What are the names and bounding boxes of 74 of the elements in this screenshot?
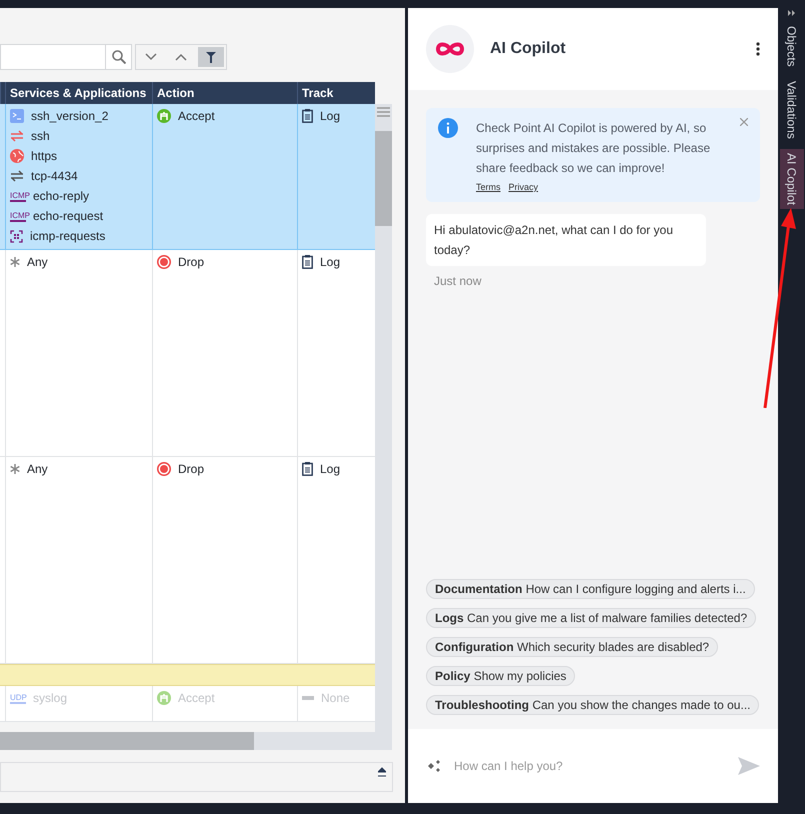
rule-row[interactable]: ssh_version_2 ssh https tcp-4434 ICMP echo-reply ICMP echo-request icmp-requests Accept Log xyxy=(0,104,375,250)
side-tab[interactable]: Validations xyxy=(780,76,804,143)
vertical-scrollbar[interactable] xyxy=(375,104,392,732)
info-icon xyxy=(438,118,458,138)
suggestion-chip[interactable]: Policy Show my policies xyxy=(426,666,576,686)
scrollbar-thumb[interactable] xyxy=(375,131,392,226)
column-header[interactable] xyxy=(0,82,5,104)
asterisk-icon xyxy=(10,464,20,474)
accept-icon xyxy=(157,691,171,705)
arrows-icon xyxy=(10,170,24,182)
suggestion-chip[interactable]: Configuration Which security blades are disabled? xyxy=(426,637,718,657)
track-label: Log xyxy=(320,462,340,476)
filter-icon xyxy=(206,52,216,62)
filter-button[interactable] xyxy=(198,47,224,67)
search-icon xyxy=(112,50,126,64)
notice-text: Check Point AI Copilot is powered by AI, so surprises and mistakes are possible. Please share feedback so we can improve! xyxy=(476,120,712,177)
more-icon[interactable] xyxy=(756,42,760,56)
track-label: None xyxy=(321,691,350,705)
rule-row[interactable]: Any Drop Log xyxy=(0,457,375,664)
service-name: echo-reply xyxy=(33,189,90,203)
suggestion-chip[interactable]: Logs Can you give me a list of malware families detected? xyxy=(426,608,756,628)
clipboard-icon xyxy=(302,255,313,269)
side-tab[interactable]: AI Copilot xyxy=(780,148,804,209)
footer-link[interactable]: Privacy xyxy=(508,182,538,192)
clipboard-icon xyxy=(302,462,313,476)
action-label: Accept xyxy=(178,109,215,123)
column-header[interactable]: Track xyxy=(297,82,375,104)
search-field[interactable] xyxy=(0,44,132,70)
suggestion-chip[interactable]: Documentation How can I configure logging and alerts i... xyxy=(426,579,755,599)
service-name: syslog xyxy=(33,691,68,705)
column-header[interactable]: Action xyxy=(152,82,297,104)
action-label: Accept xyxy=(178,691,215,705)
accept-icon xyxy=(157,109,171,123)
stop-icon xyxy=(157,255,171,269)
suggestion-chip[interactable]: Troubleshooting Can you show the changes made to ou... xyxy=(426,695,760,715)
action-label: Drop xyxy=(178,462,204,476)
send-icon[interactable] xyxy=(738,757,760,775)
service-name: ssh xyxy=(31,129,50,143)
footer-link[interactable]: Terms xyxy=(476,182,500,192)
dash-icon xyxy=(302,696,314,700)
side-tab[interactable]: Objects xyxy=(780,22,804,71)
infinity-icon xyxy=(434,41,466,57)
chevron-up-icon xyxy=(175,53,187,61)
service-name: tcp-4434 xyxy=(31,169,78,183)
clipboard-icon xyxy=(302,109,313,123)
service-name: https xyxy=(31,149,58,163)
group-icon xyxy=(10,230,23,242)
service-name: icmp-requests xyxy=(30,229,106,243)
column-header[interactable]: Services & Applications xyxy=(5,82,152,104)
rule-row[interactable]: Any Drop Log xyxy=(0,250,375,457)
service-name: ssh_version_2 xyxy=(31,109,108,123)
action-label: Drop xyxy=(178,255,204,269)
asterisk-icon xyxy=(10,257,20,267)
globe-icon xyxy=(10,149,24,163)
horizontal-scrollbar[interactable] xyxy=(0,732,392,750)
arrows-icon xyxy=(10,130,24,142)
panel-title: AI Copilot xyxy=(490,40,567,58)
close-icon xyxy=(740,118,748,126)
expand-icon[interactable] xyxy=(788,10,796,16)
terminal-icon xyxy=(10,109,24,123)
scrollbar-thumb[interactable] xyxy=(0,732,254,750)
protocol-badge: UDP xyxy=(10,692,26,704)
sparkle-icon xyxy=(426,758,442,774)
stop-icon xyxy=(157,462,171,476)
collapse-icon[interactable] xyxy=(378,767,386,777)
chevron-down-icon xyxy=(145,53,157,61)
service-name: Any xyxy=(27,255,48,269)
track-label: Log xyxy=(320,255,340,269)
service-name: Any xyxy=(27,462,48,476)
track-label: Log xyxy=(320,109,340,123)
message-time: Just now xyxy=(434,274,482,288)
service-name: echo-request xyxy=(33,209,104,223)
menu-icon xyxy=(375,106,392,118)
chat-message: Hi abulatovic@a2n.net, what can I do for you today? xyxy=(426,214,706,266)
